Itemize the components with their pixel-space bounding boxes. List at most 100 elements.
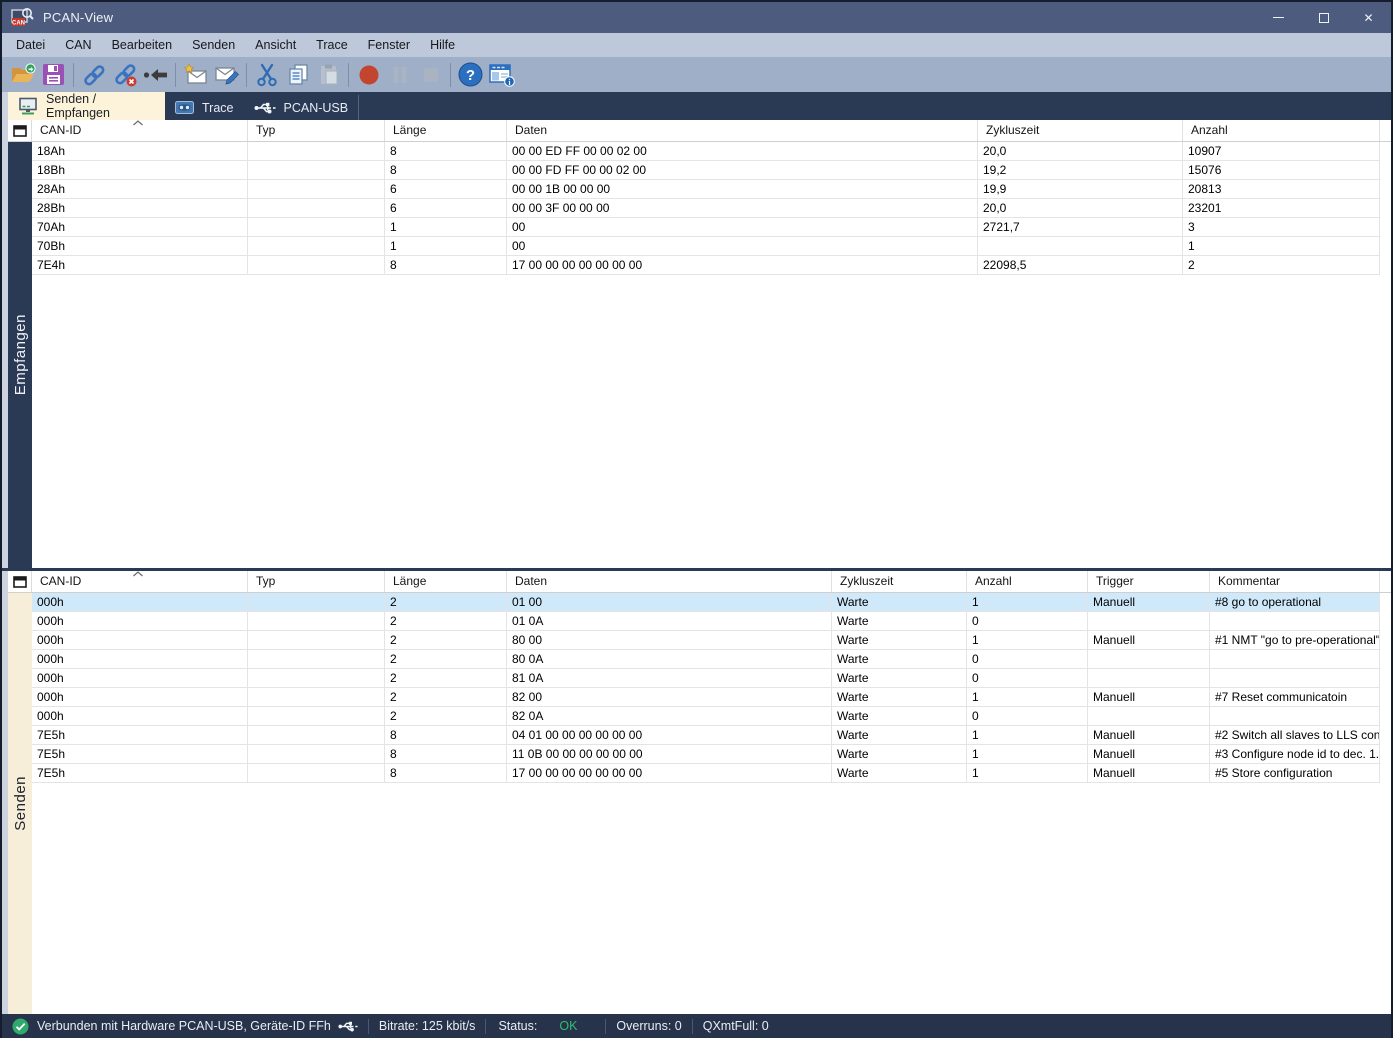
connect-button[interactable] [78, 59, 109, 90]
table-cell: 7E5h [32, 726, 248, 744]
sort-ascending-icon [132, 571, 144, 577]
table-row[interactable]: 70Ah1002721,73 [32, 218, 1380, 237]
qxmtfull-text: QXmtFull: 0 [703, 1019, 769, 1033]
table-cell: 0 [967, 707, 1088, 725]
menu-fenster[interactable]: Fenster [358, 33, 420, 57]
column-header-zykluszeit[interactable]: Zykluszeit [978, 120, 1183, 141]
column-header-trigger[interactable]: Trigger [1088, 571, 1210, 592]
table-row[interactable]: 000h281 0AWarte0 [32, 669, 1380, 688]
table-cell: 70Ah [32, 218, 248, 236]
table-cell: 000h [32, 688, 248, 706]
menu-datei[interactable]: Datei [6, 33, 55, 57]
tab-pcan-usb[interactable]: PCAN-USB [244, 95, 360, 120]
column-header-anzahl[interactable]: Anzahl [967, 571, 1088, 592]
save-button[interactable] [38, 59, 69, 90]
side-tab-empfangen[interactable]: Empfangen [8, 142, 32, 568]
status-value: OK [559, 1019, 577, 1033]
menu-bearbeiten[interactable]: Bearbeiten [102, 33, 182, 57]
table-row[interactable]: 000h282 00Warte1Manuell#7 Reset communic… [32, 688, 1380, 707]
svg-text:?: ? [466, 67, 475, 84]
pause-button[interactable] [384, 59, 415, 90]
open-button[interactable] [7, 59, 38, 90]
column-header-kommentar[interactable]: Kommentar [1210, 571, 1380, 592]
menu-senden[interactable]: Senden [182, 33, 245, 57]
menu-ansicht[interactable]: Ansicht [245, 33, 306, 57]
cut-button[interactable] [251, 59, 282, 90]
table-row[interactable]: 7E5h817 00 00 00 00 00 00 00Warte1Manuel… [32, 764, 1380, 783]
table-row[interactable]: 18Bh800 00 FD FF 00 00 02 0019,215076 [32, 161, 1380, 180]
table-cell: Manuell [1088, 688, 1210, 706]
table-row[interactable]: 7E5h804 01 00 00 00 00 00 00Warte1Manuel… [32, 726, 1380, 745]
table-cell [248, 745, 385, 763]
table-row[interactable]: 7E4h817 00 00 00 00 00 00 0022098,52 [32, 256, 1380, 275]
table-cell: 1 [967, 764, 1088, 782]
paste-button[interactable] [313, 59, 344, 90]
new-message-button[interactable] [180, 59, 211, 90]
table-cell: 20813 [1183, 180, 1380, 198]
table-cell [248, 688, 385, 706]
table-cell: #8 go to operational [1210, 593, 1380, 611]
menu-can[interactable]: CAN [55, 33, 101, 57]
table-cell [248, 593, 385, 611]
table-cell: 8 [385, 764, 507, 782]
table-cell: Warte [832, 688, 967, 706]
minimize-button[interactable] [1256, 2, 1301, 33]
copy-button[interactable] [282, 59, 313, 90]
table-cell [248, 142, 385, 160]
table-row[interactable]: 28Ah600 00 1B 00 00 0019,920813 [32, 180, 1380, 199]
table-cell: 17 00 00 00 00 00 00 00 [507, 256, 978, 274]
status-bar: Verbunden mit Hardware PCAN-USB, Geräte-… [2, 1014, 1391, 1038]
select-all-icon[interactable] [8, 120, 32, 141]
table-cell: 8 [385, 745, 507, 763]
title-bar: CAN PCAN-View ✕ [2, 2, 1391, 33]
toolbar-separator [175, 63, 176, 87]
table-cell [248, 256, 385, 274]
tab-trace[interactable]: Trace [165, 95, 244, 120]
table-cell: 3 [1183, 218, 1380, 236]
table-cell [1210, 669, 1380, 687]
table-cell: 2 [385, 707, 507, 725]
disconnect-button[interactable] [109, 59, 140, 90]
column-header-l-nge[interactable]: Länge [385, 120, 507, 141]
help-button[interactable]: ? [455, 59, 486, 90]
table-cell [248, 631, 385, 649]
table-row[interactable]: 000h282 0AWarte0 [32, 707, 1380, 726]
message-window-button[interactable]: i [486, 59, 517, 90]
transmit-message-list: CAN-IDTypLängeDatenZykluszeitAnzahlTrigg… [8, 571, 1391, 1014]
table-row[interactable]: 000h201 0AWarte0 [32, 612, 1380, 631]
table-row[interactable]: 000h201 00Warte1Manuell#8 go to operatio… [32, 593, 1380, 612]
transmit-rows: 000h201 00Warte1Manuell#8 go to operatio… [32, 593, 1391, 1014]
table-cell [1088, 707, 1210, 725]
side-tab-senden[interactable]: Senden [8, 593, 32, 1014]
tab-senden-empfangen[interactable]: Senden / Empfangen [8, 92, 165, 120]
table-cell: 8 [385, 161, 507, 179]
column-header-daten[interactable]: Daten [507, 120, 978, 141]
table-cell: #3 Configure node id to dec. 1... [1210, 745, 1380, 763]
record-button[interactable] [353, 59, 384, 90]
select-all-icon[interactable] [8, 571, 32, 592]
detach-button[interactable] [140, 59, 171, 90]
save-icon [42, 63, 65, 86]
table-row[interactable]: 28Bh600 00 3F 00 00 0020,023201 [32, 199, 1380, 218]
table-cell: 1 [1183, 237, 1380, 255]
close-button[interactable]: ✕ [1346, 2, 1391, 33]
table-row[interactable]: 000h280 00Warte1Manuell#1 NMT "go to pre… [32, 631, 1380, 650]
table-row[interactable]: 7E5h811 0B 00 00 00 00 00 00Warte1Manuel… [32, 745, 1380, 764]
column-header-anzahl[interactable]: Anzahl [1183, 120, 1380, 141]
column-header-l-nge[interactable]: Länge [385, 571, 507, 592]
column-header-daten[interactable]: Daten [507, 571, 832, 592]
column-header-typ[interactable]: Typ [248, 120, 385, 141]
edit-message-button[interactable] [211, 59, 242, 90]
table-cell: 0 [967, 612, 1088, 630]
table-row[interactable]: 000h280 0AWarte0 [32, 650, 1380, 669]
maximize-button[interactable] [1301, 2, 1346, 33]
table-row[interactable]: 70Bh1001 [32, 237, 1380, 256]
column-header-zykluszeit[interactable]: Zykluszeit [832, 571, 967, 592]
table-row[interactable]: 18Ah800 00 ED FF 00 00 02 0020,010907 [32, 142, 1380, 161]
sort-ascending-icon [132, 120, 144, 126]
menu-hilfe[interactable]: Hilfe [420, 33, 465, 57]
table-cell [248, 707, 385, 725]
menu-trace[interactable]: Trace [306, 33, 358, 57]
column-header-typ[interactable]: Typ [248, 571, 385, 592]
stop-button[interactable] [415, 59, 446, 90]
